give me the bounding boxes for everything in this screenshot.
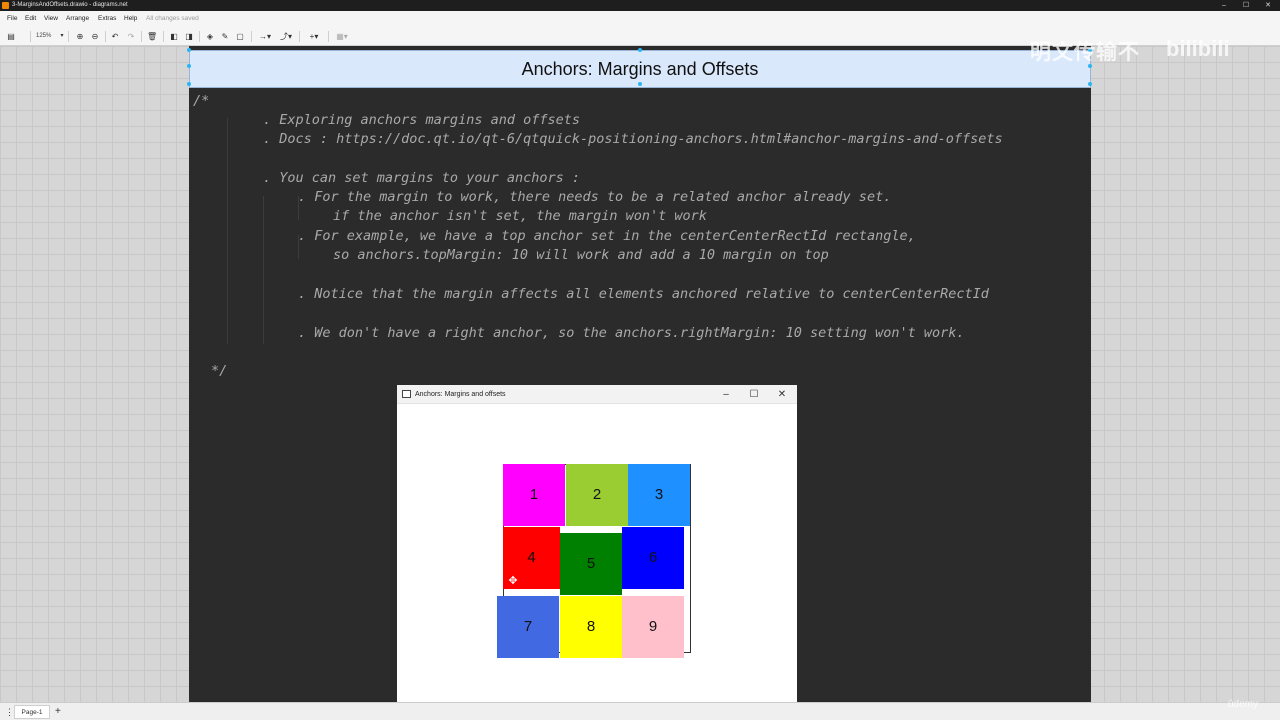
code-line: . Exploring anchors margins and offsets (263, 112, 580, 128)
code-line: . Docs : https://doc.qt.io/qt-6/qtquick-… (263, 131, 1003, 147)
rect-3[interactable]: 3 (628, 464, 690, 526)
close-icon[interactable]: ✕ (768, 385, 796, 404)
code-line: . Notice that the margin affects all ele… (298, 286, 989, 302)
menu-arrange[interactable]: Arrange (66, 11, 89, 27)
selection-handle[interactable] (1088, 82, 1092, 86)
app-preview-window[interactable]: Anchors: Margins and offsets – ☐ ✕ 1 2 3… (397, 385, 797, 702)
format-panel-icon[interactable]: ▤ (6, 30, 16, 43)
rect-8[interactable]: 8 (560, 596, 622, 658)
rect-2[interactable]: 2 (566, 464, 628, 526)
insert-icon[interactable]: +▾ (306, 30, 322, 43)
line-color-icon[interactable]: ✎ (220, 30, 230, 43)
close-icon[interactable]: ✕ (1256, 0, 1280, 11)
watermark-text: 明文传输不 (1030, 41, 1140, 64)
zoom-out-icon[interactable]: ⊖ (90, 30, 100, 43)
toolbar-divider (163, 31, 164, 42)
selection-handle[interactable] (187, 82, 191, 86)
window-icon (402, 390, 411, 398)
table-icon[interactable]: ▦▾ (334, 30, 350, 43)
waypoints-icon[interactable]: ⤴▾ (278, 30, 294, 43)
shadow-icon[interactable]: ▢ (235, 30, 245, 43)
maximize-icon[interactable]: ☐ (740, 385, 768, 404)
selection-handle[interactable] (638, 48, 642, 52)
code-line: /* (193, 93, 210, 109)
toolbar-divider (328, 31, 329, 42)
code-line: */ (211, 363, 228, 379)
toolbar-divider (199, 31, 200, 42)
selection-handle[interactable] (187, 48, 191, 52)
diagram-canvas[interactable]: /* . Exploring anchors margins and offse… (0, 46, 1280, 702)
code-line: . You can set margins to your anchors : (263, 170, 580, 186)
menu-extras[interactable]: Extras (98, 11, 116, 27)
minimize-icon[interactable]: – (1212, 0, 1236, 11)
to-front-icon[interactable]: ◧ (169, 30, 179, 43)
code-line: . For the margin to work, there needs to… (298, 189, 892, 205)
toolbar-divider (251, 31, 252, 42)
code-line: if the anchor isn't set, the margin won'… (333, 208, 707, 224)
toolbar-divider (105, 31, 106, 42)
chevron-down-icon[interactable]: ▾ (57, 30, 67, 43)
toolbar-divider (141, 31, 142, 42)
rect-7[interactable]: 7 (497, 596, 559, 658)
app-root: 3-MarginsAndOffsets.drawio - diagrams.ne… (0, 0, 1280, 720)
delete-icon[interactable]: 🗑 (147, 30, 157, 43)
pages-menu-icon[interactable]: ⋮ (5, 703, 14, 720)
connection-style-icon[interactable]: →▾ (257, 30, 273, 43)
toolbar-divider (30, 31, 31, 42)
menu-file[interactable]: File (7, 11, 17, 27)
page-bar: ⋮ Page-1 + (0, 702, 1280, 720)
window-titlebar: 3-MarginsAndOffsets.drawio - diagrams.ne… (0, 0, 1280, 11)
menu-help[interactable]: Help (124, 11, 137, 27)
redo-icon[interactable]: ↷ (126, 30, 136, 43)
rect-9[interactable]: 9 (622, 596, 684, 658)
rect-5[interactable]: 5 (560, 533, 622, 595)
maximize-icon[interactable]: ☐ (1234, 0, 1258, 11)
save-status: All changes saved (146, 15, 199, 22)
to-back-icon[interactable]: ◨ (184, 30, 194, 43)
app-preview-titlebar: Anchors: Margins and offsets – ☐ ✕ (397, 385, 797, 404)
bilibili-logo: bilibili (1166, 36, 1230, 61)
menu-edit[interactable]: Edit (25, 11, 36, 27)
minimize-icon[interactable]: – (712, 385, 740, 404)
add-page-icon[interactable]: + (55, 703, 61, 720)
zoom-in-icon[interactable]: ⊕ (75, 30, 85, 43)
code-line: so anchors.topMargin: 10 will work and a… (333, 247, 829, 263)
menu-view[interactable]: View (44, 11, 58, 27)
zoom-select[interactable]: 125% (36, 30, 51, 43)
udemy-logo: ûdemy (1228, 699, 1259, 710)
move-cursor-icon: ✥ (508, 575, 518, 587)
fill-color-icon[interactable]: ◈ (205, 30, 215, 43)
rect-1[interactable]: 1 (503, 464, 565, 526)
menu-bar: File Edit View Arrange Extras Help All c… (0, 11, 1280, 27)
code-line: . For example, we have a top anchor set … (298, 228, 916, 244)
window-title: 3-MarginsAndOffsets.drawio - diagrams.ne… (12, 2, 128, 8)
drawio-icon (2, 2, 9, 9)
toolbar-divider (68, 31, 69, 42)
code-line: . We don't have a right anchor, so the a… (298, 325, 965, 341)
rect-6[interactable]: 6 (622, 527, 684, 589)
undo-icon[interactable]: ↶ (110, 30, 120, 43)
selection-handle[interactable] (187, 64, 191, 68)
selection-handle[interactable] (638, 82, 642, 86)
page-tab[interactable]: Page-1 (14, 705, 50, 719)
toolbar-divider (299, 31, 300, 42)
app-preview-title: Anchors: Margins and offsets (415, 391, 506, 398)
